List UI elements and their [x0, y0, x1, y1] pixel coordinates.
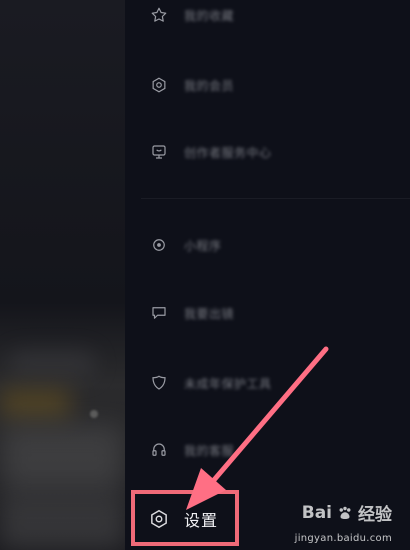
settings-hexagon-icon	[148, 508, 170, 530]
menu-item-membership[interactable]: 我的会员	[148, 68, 388, 102]
menu-item-label: 我的会员	[184, 78, 235, 93]
menu-item-label: 我的收藏	[184, 8, 235, 23]
menu-item-label: 我要出镜	[184, 306, 235, 321]
watermark-url: jingyan.baidu.com	[294, 533, 392, 544]
menu-item-settings[interactable]: 设置	[148, 502, 218, 536]
menu-item-creator-center[interactable]: 创作者服务中心	[148, 135, 388, 169]
hexagon-icon	[148, 74, 170, 96]
watermark-brand: Bai	[301, 502, 332, 523]
blurred-badge	[0, 390, 70, 416]
menu-item-on-camera[interactable]: 我要出镜	[148, 296, 388, 330]
gear-icon	[148, 234, 170, 256]
headset-icon	[148, 439, 170, 461]
watermark-brand-suffix: 经验	[358, 505, 392, 525]
star-icon	[148, 4, 170, 26]
shield-icon	[148, 372, 170, 394]
blurred-dot	[90, 410, 98, 418]
watermark: Bai 经验 jingyan.baidu.com	[257, 500, 392, 545]
cart-icon	[148, 141, 170, 163]
blurred-bottom	[0, 500, 125, 550]
menu-item-mini-programs[interactable]: 小程序	[148, 228, 388, 262]
menu-item-label: 未成年保护工具	[184, 376, 272, 391]
menu-item-label: 小程序	[184, 238, 222, 253]
paw-icon	[339, 506, 351, 519]
menu-item-minor-protection[interactable]: 未成年保护工具	[148, 366, 388, 400]
watermark-logo: Bai 经验	[301, 500, 392, 526]
background-feed-pane	[0, 0, 125, 550]
menu-item-favorites[interactable]: 我的收藏	[148, 0, 388, 32]
menu-divider	[141, 198, 410, 199]
menu-item-label: 创作者服务中心	[184, 145, 272, 160]
chat-icon	[148, 302, 170, 324]
blurred-text	[8, 350, 96, 378]
menu-item-customer-service[interactable]: 我的客服	[148, 433, 388, 467]
menu-item-label: 我的客服	[184, 443, 235, 458]
settings-label: 设置	[184, 511, 219, 530]
blurred-content	[0, 425, 125, 495]
